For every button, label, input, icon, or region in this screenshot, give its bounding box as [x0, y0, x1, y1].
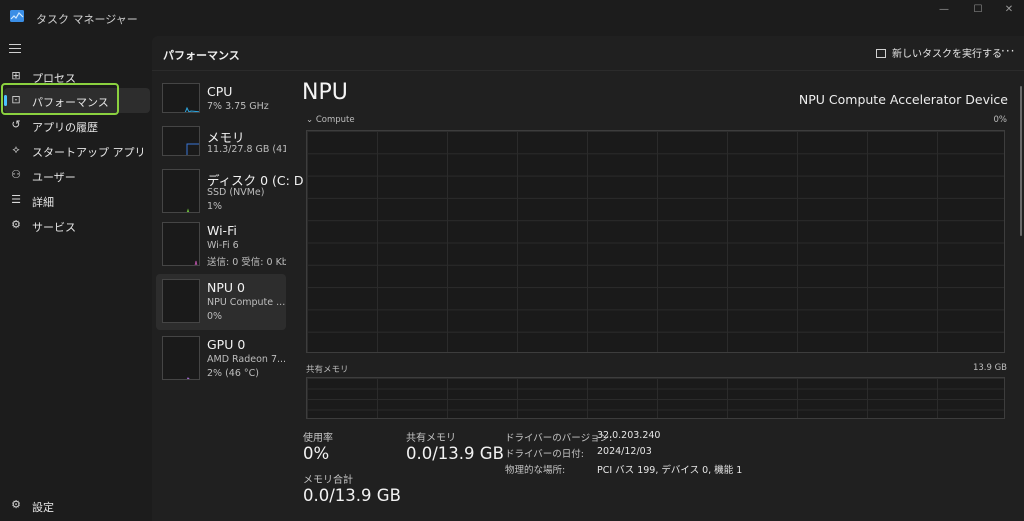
sidebar-item-details[interactable]: ☰ 詳細 [4, 188, 150, 213]
run-new-task-button[interactable]: 新しいタスクを実行する [876, 45, 1002, 63]
physical-location-label: 物理的な場所: [505, 465, 566, 476]
startup-icon: ⟡ [12, 143, 20, 156]
highlight-box [1, 83, 119, 115]
history-icon: ↺ [11, 118, 21, 131]
sidebar-item-label: スタートアップ アプリ [32, 146, 146, 159]
device-throughput: 送信: 0 受信: 0 Kb [207, 257, 286, 268]
sidebar-item-services[interactable]: ⚙ サービス [4, 213, 150, 238]
device-full-name: NPU Compute Accelerator Device [798, 92, 1008, 107]
gpu-thumbnail-graph [162, 336, 200, 380]
utilization-value: 0% [303, 444, 330, 463]
device-detail: AMD Radeon 7... [207, 354, 286, 365]
disk-thumbnail-graph [162, 169, 200, 213]
header-divider [152, 70, 1024, 71]
device-npu[interactable]: NPU 0 NPU Compute ... 0% [156, 274, 286, 330]
total-memory-label: メモリ合計 [303, 475, 353, 486]
device-name: NPU 0 [207, 280, 245, 295]
device-usage: 1% [207, 201, 223, 212]
sidebar-item-label: ユーザー [32, 171, 76, 184]
device-detail: 7% 3.75 GHz [207, 101, 269, 112]
driver-version-value: 32.0.203.240 [597, 430, 661, 441]
npu-thumbnail-graph [162, 279, 200, 323]
device-name: Wi-Fi [207, 223, 237, 238]
driver-date-label: ドライバーの日付: [505, 449, 585, 460]
device-name: CPU [207, 84, 233, 99]
processes-icon: ⊞ [11, 69, 21, 82]
services-icon: ⚙ [11, 218, 21, 231]
device-gpu[interactable]: GPU 0 AMD Radeon 7... 2% (46 °C) [156, 331, 286, 387]
run-task-icon [876, 49, 886, 58]
page-title: パフォーマンス [163, 49, 240, 62]
shared-memory-graph-label: 共有メモリ [306, 365, 349, 375]
run-task-label: 新しいタスクを実行する [892, 49, 1002, 60]
more-options-button[interactable]: ··· [1001, 44, 1015, 58]
sidebar-item-label: アプリの履歴 [32, 121, 98, 134]
device-detail: SSD (NVMe) [207, 187, 265, 198]
minimize-button[interactable]: — [929, 2, 959, 18]
device-detail: 11.3/27.8 GB (41%) [207, 144, 286, 155]
chevron-down-icon: ⌄ [306, 115, 316, 125]
users-icon: ⚇ [11, 168, 21, 181]
cpu-thumbnail-graph [162, 83, 200, 113]
maximize-button[interactable]: ☐ [963, 2, 993, 18]
device-detail: NPU Compute ... [207, 297, 286, 308]
sidebar-item-users[interactable]: ⚇ ユーザー [4, 163, 150, 188]
wifi-thumbnail-graph [162, 222, 200, 266]
details-icon: ☰ [11, 193, 21, 206]
device-usage: 0% [207, 311, 223, 322]
utilization-label: 使用率 [303, 433, 333, 444]
compute-max-label: 0% [993, 115, 1008, 125]
compute-graph [306, 130, 1005, 353]
title-bar: タスク マネージャー — ☐ ✕ [0, 0, 1024, 36]
compute-graph-selector[interactable]: ⌄ Compute [306, 115, 355, 125]
device-detail: Wi-Fi 6 [207, 240, 239, 251]
sidebar-item-label: 設定 [32, 501, 54, 514]
shared-memory-label: 共有メモリ [406, 433, 456, 444]
shared-memory-graph [306, 377, 1005, 419]
physical-location-value: PCI バス 199, デバイス 0, 機能 1 [597, 465, 743, 476]
sidebar-item-startup-apps[interactable]: ⟡ スタートアップ アプリ [4, 138, 150, 163]
main-panel: パフォーマンス 新しいタスクを実行する ··· CPU 7% 3.75 GHz … [152, 36, 1024, 521]
device-name: GPU 0 [207, 337, 246, 352]
window-title: タスク マネージャー [36, 13, 138, 26]
task-manager-icon [10, 10, 24, 22]
compute-label: Compute [315, 115, 355, 125]
close-button[interactable]: ✕ [994, 2, 1024, 18]
device-wifi[interactable]: Wi-Fi Wi-Fi 6 送信: 0 受信: 0 Kb [156, 217, 286, 273]
sidebar-item-label: 詳細 [32, 196, 54, 209]
sidebar-item-settings[interactable]: ⚙ 設定 [4, 493, 150, 518]
device-usage: 2% (46 °C) [207, 368, 259, 379]
scrollbar[interactable] [1020, 86, 1022, 236]
shared-memory-value: 0.0/13.9 GB [406, 444, 504, 463]
total-memory-value: 0.0/13.9 GB [303, 486, 401, 505]
device-title: NPU [302, 80, 348, 105]
hamburger-menu-icon[interactable] [9, 44, 21, 56]
device-disk[interactable]: ディスク 0 (C: D SSD (NVMe) 1% [156, 164, 303, 220]
shared-memory-max-label: 13.9 GB [972, 363, 1007, 373]
sidebar-item-app-history[interactable]: ↺ アプリの履歴 [4, 113, 150, 138]
settings-icon: ⚙ [11, 498, 21, 511]
driver-date-value: 2024/12/03 [597, 446, 652, 457]
memory-thumbnail-graph [162, 126, 200, 156]
sidebar-item-label: サービス [32, 221, 76, 234]
